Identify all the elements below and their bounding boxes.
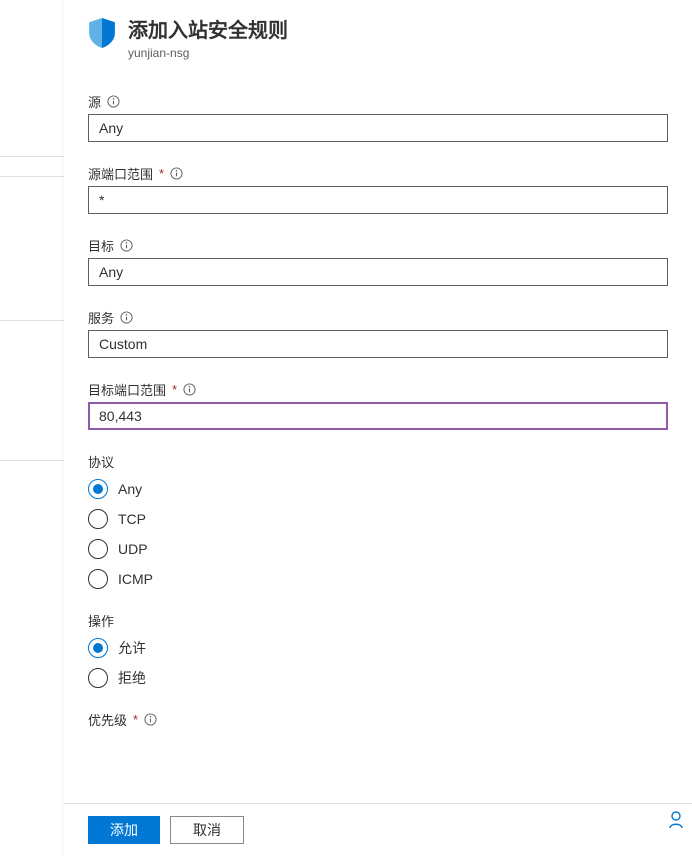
protocol-option-udp[interactable]: UDP xyxy=(88,539,668,559)
label-action: 操作 xyxy=(88,611,668,630)
source-port-input[interactable] xyxy=(88,186,668,214)
add-inbound-rule-blade: 添加入站安全规则 yunjian-nsg 源 Any 源端口范围* xyxy=(64,0,692,856)
info-icon[interactable] xyxy=(144,713,157,726)
radio-icon xyxy=(88,509,108,529)
source-select[interactable]: Any xyxy=(88,114,668,142)
protocol-option-any[interactable]: Any xyxy=(88,479,668,499)
left-background-strip xyxy=(0,0,64,856)
blade-subtitle: yunjian-nsg xyxy=(128,46,668,60)
destination-select[interactable]: Any xyxy=(88,258,668,286)
label-source: 源 xyxy=(88,92,668,111)
dest-port-input[interactable] xyxy=(88,402,668,430)
radio-icon xyxy=(88,638,108,658)
field-source-port: 源端口范围* xyxy=(88,164,668,214)
action-option-allow[interactable]: 允许 xyxy=(88,638,668,658)
field-service: 服务 Custom xyxy=(88,308,668,358)
action-option-deny[interactable]: 拒绝 xyxy=(88,668,668,688)
feedback-icon[interactable] xyxy=(668,811,684,832)
protocol-option-tcp[interactable]: TCP xyxy=(88,509,668,529)
label-protocol: 协议 xyxy=(88,452,668,471)
protocol-option-icmp[interactable]: ICMP xyxy=(88,569,668,589)
field-protocol: 协议 Any TCP UDP ICMP xyxy=(88,452,668,589)
protocol-radio-group: Any TCP UDP ICMP xyxy=(88,479,668,589)
radio-icon xyxy=(88,479,108,499)
field-priority: 优先级* xyxy=(88,710,668,729)
info-icon[interactable] xyxy=(120,311,133,324)
cancel-button[interactable]: 取消 xyxy=(170,816,244,844)
label-service: 服务 xyxy=(88,308,668,327)
field-destination: 目标 Any xyxy=(88,236,668,286)
field-dest-port: 目标端口范围* xyxy=(88,380,668,430)
shield-icon xyxy=(88,18,116,48)
add-button[interactable]: 添加 xyxy=(88,816,160,844)
radio-icon xyxy=(88,569,108,589)
info-icon[interactable] xyxy=(107,95,120,108)
radio-icon xyxy=(88,539,108,559)
info-icon[interactable] xyxy=(170,167,183,180)
field-action: 操作 允许 拒绝 xyxy=(88,611,668,688)
info-icon[interactable] xyxy=(183,383,196,396)
form-area: 源 Any 源端口范围* 目标 Any xyxy=(64,70,692,803)
label-priority: 优先级* xyxy=(88,710,668,729)
action-radio-group: 允许 拒绝 xyxy=(88,638,668,688)
blade-header: 添加入站安全规则 yunjian-nsg xyxy=(64,0,692,70)
label-source-port: 源端口范围* xyxy=(88,164,668,183)
field-source: 源 Any xyxy=(88,92,668,142)
label-destination: 目标 xyxy=(88,236,668,255)
label-dest-port: 目标端口范围* xyxy=(88,380,668,399)
service-select[interactable]: Custom xyxy=(88,330,668,358)
radio-icon xyxy=(88,668,108,688)
blade-title: 添加入站安全规则 xyxy=(128,18,668,44)
blade-footer: 添加 取消 xyxy=(64,803,692,856)
info-icon[interactable] xyxy=(120,239,133,252)
